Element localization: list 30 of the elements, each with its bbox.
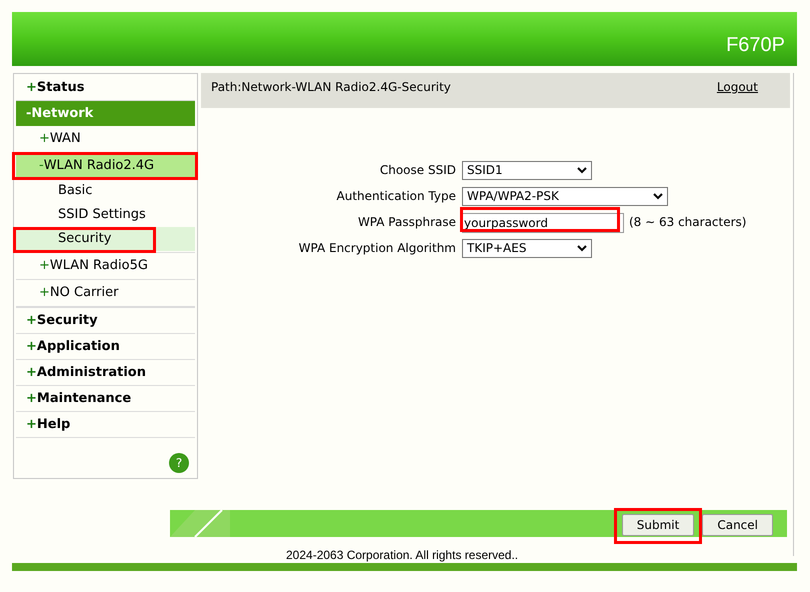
sidebar-section[interactable]: +Application [16,334,195,359]
logout-link[interactable]: Logout [716,78,758,96]
form-button[interactable]: Cancel [702,514,773,536]
path-text: Path:Network-WLAN Radio2.4G-Security [211,79,451,96]
dropdown[interactable]: SSID1 [462,160,592,180]
form-button[interactable]: Submit [622,514,694,536]
sidebar-item[interactable]: +NO Carrier [16,280,195,306]
field-hint: (8 ~ 63 characters) [629,214,746,231]
help-icon[interactable]: ? [169,453,189,473]
dropdown[interactable]: WPA/WPA2-PSK [462,186,668,206]
sidebar-item[interactable]: +WLAN Radio5G [16,253,195,279]
sidebar-section[interactable]: +Maintenance [16,386,195,411]
sidebar-subitem[interactable]: Basic [16,179,195,203]
model-name: F670P [726,33,785,58]
copyright-text: 2024-2063 Corporation. All rights reserved.. [286,547,518,564]
sidebar-section[interactable]: +Status [16,75,195,100]
field-label: WPA Encryption Algorithm [298,240,457,257]
sidebar-section[interactable]: +Help [16,412,195,437]
sidebar-subitem[interactable]: SSID Settings [16,203,195,227]
field-label: Authentication Type [336,188,457,205]
chevron-down-icon [577,166,587,174]
field-label: Choose SSID [378,162,457,179]
dropdown[interactable]: TKIP+AES [462,238,592,258]
chevron-down-icon [577,244,587,252]
sidebar-item[interactable]: +WAN [16,126,195,152]
sidebar-section[interactable]: +Security [16,308,195,333]
field-label: WPA Passphrase [356,214,457,231]
sidebar-section[interactable]: +Administration [16,360,195,385]
chevron-down-icon [653,192,663,200]
stripe-drawing [170,510,230,537]
